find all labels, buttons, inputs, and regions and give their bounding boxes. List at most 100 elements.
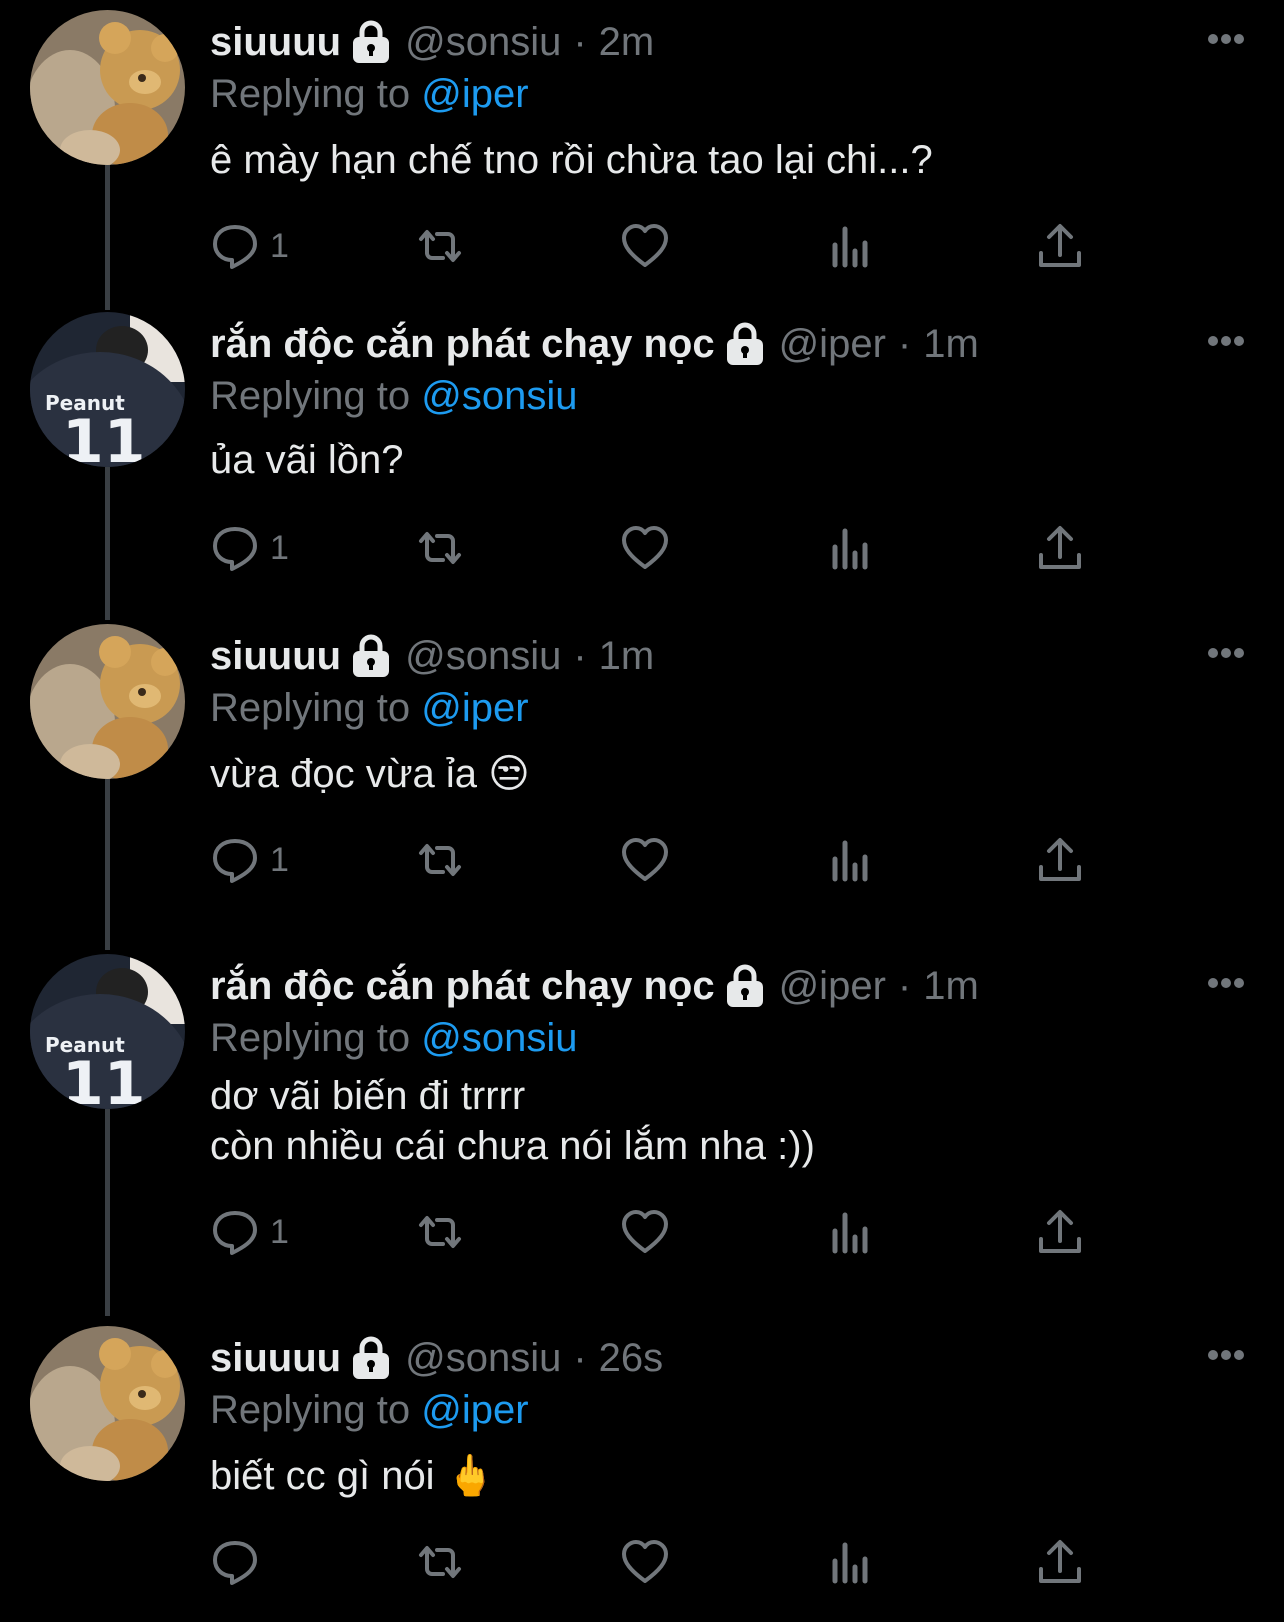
lock-icon — [351, 19, 391, 65]
tweet[interactable]: siuuuu @sonsiu · 2m Replying to @iper ê … — [0, 0, 1284, 310]
reply-icon — [213, 225, 257, 269]
share-icon — [1039, 526, 1081, 569]
share-button[interactable] — [1035, 520, 1085, 576]
share-button[interactable] — [1035, 832, 1085, 888]
avatar[interactable]: Peanut 11 — [30, 312, 185, 467]
retweet-button[interactable] — [415, 1534, 465, 1590]
reply-button[interactable]: 1 — [210, 832, 289, 888]
user-handle[interactable]: @iper — [779, 958, 886, 1014]
reply-mention-link[interactable]: @iper — [421, 72, 528, 116]
user-handle[interactable]: @iper — [779, 316, 886, 372]
share-button[interactable] — [1035, 1534, 1085, 1590]
reply-count: 1 — [270, 528, 289, 567]
like-button[interactable] — [620, 1534, 670, 1590]
separator-dot: · — [897, 322, 912, 366]
reply-mention-link[interactable]: @sonsiu — [421, 374, 577, 418]
replying-to: Replying to @iper — [210, 1382, 529, 1438]
retweet-button[interactable] — [415, 520, 465, 576]
more-options-icon[interactable] — [1206, 32, 1246, 46]
views-button[interactable] — [825, 520, 875, 576]
more-options-icon[interactable] — [1206, 334, 1246, 348]
reply-button[interactable] — [210, 1534, 270, 1590]
more-options-icon[interactable] — [1206, 976, 1246, 990]
like-button[interactable] — [620, 520, 670, 576]
display-name[interactable]: rắn độc cắn phát chạy nọc — [210, 316, 715, 372]
analytics-icon — [832, 1212, 868, 1254]
tweet[interactable]: Peanut 11 rắn độc cắn phát chạy nọc @ipe… — [0, 944, 1284, 1324]
tweet-header: siuuuu @sonsiu · 1m — [210, 628, 654, 684]
heart-icon — [622, 838, 668, 881]
like-button[interactable] — [620, 1204, 670, 1260]
timestamp[interactable]: 26s — [599, 1330, 664, 1386]
reply-button[interactable]: 1 — [210, 1204, 289, 1260]
reply-button[interactable]: 1 — [210, 218, 289, 274]
avatar[interactable] — [30, 10, 185, 165]
more-options-icon[interactable] — [1206, 1348, 1246, 1362]
share-button[interactable] — [1035, 1204, 1085, 1260]
timestamp[interactable]: 1m — [923, 316, 979, 372]
tweet-text: ê mày hạn chế tno rồi chừa tao lại chi..… — [210, 138, 933, 182]
lock-icon — [725, 321, 765, 367]
reply-icon — [213, 1541, 257, 1585]
svg-text:11: 11 — [62, 407, 146, 467]
display-name[interactable]: rắn độc cắn phát chạy nọc — [210, 958, 715, 1014]
display-name[interactable]: siuuuu — [210, 628, 341, 684]
reply-mention-link[interactable]: @sonsiu — [421, 1016, 577, 1060]
retweet-button[interactable] — [415, 1204, 465, 1260]
timestamp[interactable]: 1m — [599, 628, 655, 684]
share-icon — [1039, 838, 1081, 881]
tweet[interactable]: Peanut 11 rắn độc cắn phát chạy nọc @ipe… — [0, 302, 1284, 620]
reply-icon — [213, 527, 257, 571]
retweet-icon — [419, 1546, 461, 1578]
tweet-text: vừa đọc vừa ỉa 😒 — [210, 752, 530, 796]
retweet-icon — [419, 230, 461, 262]
separator-dot: · — [897, 964, 912, 1008]
tweet-header: siuuuu @sonsiu · 26s — [210, 1330, 663, 1386]
avatar[interactable]: Peanut 11 — [30, 954, 185, 1109]
avatar[interactable] — [30, 624, 185, 779]
reply-button[interactable]: 1 — [210, 520, 289, 576]
tweet-header: rắn độc cắn phát chạy nọc @iper · 1m — [210, 958, 979, 1014]
replying-to: Replying to @iper — [210, 66, 529, 122]
peanut-jersey-avatar-icon: Peanut 11 — [30, 954, 185, 1109]
action-bar: 1 — [210, 832, 1130, 888]
user-handle[interactable]: @sonsiu — [405, 1330, 561, 1386]
lock-icon — [351, 1335, 391, 1381]
user-handle[interactable]: @sonsiu — [405, 14, 561, 70]
separator-dot: · — [573, 20, 587, 64]
timestamp[interactable]: 2m — [599, 14, 655, 70]
avatar[interactable] — [30, 1326, 185, 1481]
timestamp[interactable]: 1m — [923, 958, 979, 1014]
replying-to: Replying to @sonsiu — [210, 1010, 577, 1066]
tweet-text: biết cc gì nói 🖕 — [210, 1454, 496, 1498]
retweet-button[interactable] — [415, 832, 465, 888]
reply-mention-link[interactable]: @iper — [421, 686, 528, 730]
display-name[interactable]: siuuuu — [210, 1330, 341, 1386]
display-name[interactable]: siuuuu — [210, 14, 341, 70]
tweet[interactable]: siuuuu @sonsiu · 1m Replying to @iper vừ… — [0, 614, 1284, 950]
views-button[interactable] — [825, 1534, 875, 1590]
retweet-button[interactable] — [415, 218, 465, 274]
reply-icon — [213, 1211, 257, 1255]
views-button[interactable] — [825, 218, 875, 274]
retweet-icon — [419, 1216, 461, 1248]
like-button[interactable] — [620, 832, 670, 888]
more-options-icon[interactable] — [1206, 646, 1246, 660]
tweet[interactable]: siuuuu @sonsiu · 26s Replying to @iper b… — [0, 1316, 1284, 1622]
share-button[interactable] — [1035, 218, 1085, 274]
reply-mention-link[interactable]: @iper — [421, 1388, 528, 1432]
replying-prefix: Replying to — [210, 686, 411, 730]
views-button[interactable] — [825, 1204, 875, 1260]
share-icon — [1039, 1540, 1081, 1583]
user-handle[interactable]: @sonsiu — [405, 628, 561, 684]
tweet-header: rắn độc cắn phát chạy nọc @iper · 1m — [210, 316, 979, 372]
heart-icon — [622, 1540, 668, 1583]
lock-icon — [351, 633, 391, 679]
retweet-icon — [419, 844, 461, 876]
thread-connector — [105, 779, 110, 950]
retweet-icon — [419, 532, 461, 564]
like-button[interactable] — [620, 218, 670, 274]
share-icon — [1039, 1210, 1081, 1253]
views-button[interactable] — [825, 832, 875, 888]
heart-icon — [622, 224, 668, 267]
